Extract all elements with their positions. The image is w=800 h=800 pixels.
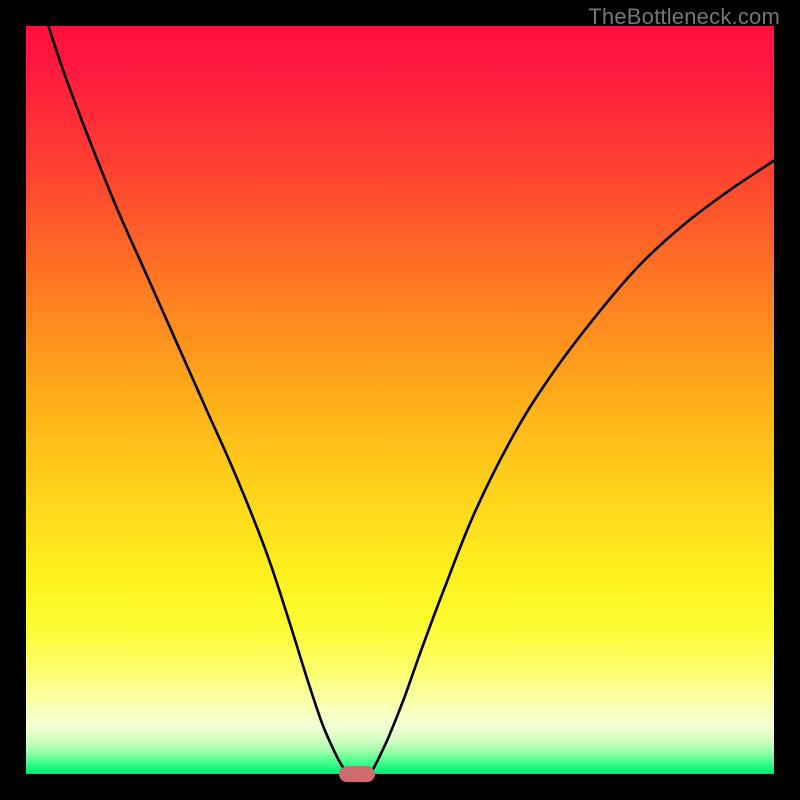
curve-left-branch xyxy=(48,26,346,772)
chart-frame: TheBottleneck.com xyxy=(0,0,800,800)
plot-area xyxy=(26,26,774,774)
watermark-label: TheBottleneck.com xyxy=(588,4,780,30)
bottleneck-curve xyxy=(26,26,774,774)
optimal-point-marker xyxy=(339,766,375,782)
curve-right-branch xyxy=(372,161,774,772)
